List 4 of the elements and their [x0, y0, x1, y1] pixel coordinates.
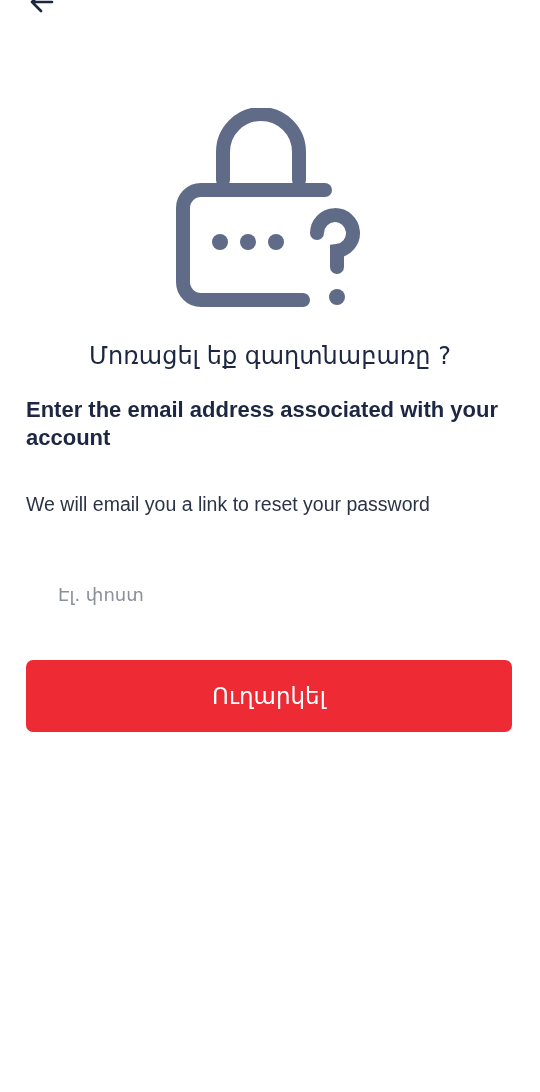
send-button[interactable]: Ուղարկել: [26, 660, 512, 733]
description-text: We will email you a link to reset your password: [26, 492, 431, 517]
page-title: Մոռացել եք գաղտնաբառը ?: [88, 341, 452, 372]
instruction-heading: Enter the email address associated with your account: [26, 396, 499, 452]
